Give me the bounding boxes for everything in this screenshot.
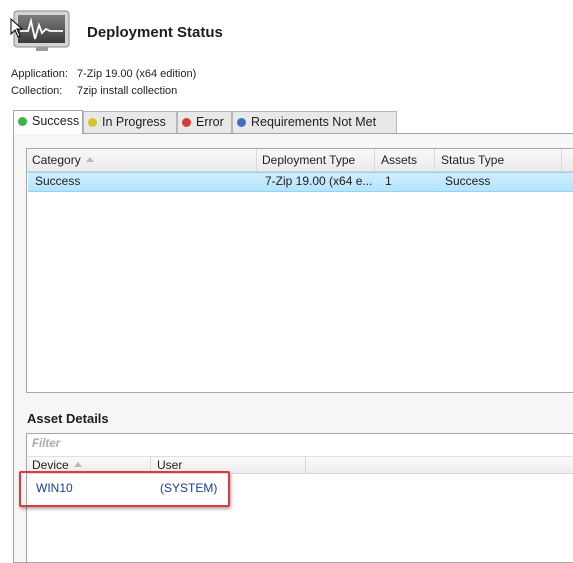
grid-header: Category Deployment Type Assets Status T…	[27, 149, 573, 172]
column-divider[interactable]	[374, 149, 375, 171]
column-header-deployment-type[interactable]: Deployment Type	[262, 149, 355, 171]
tab-label: Error	[196, 115, 224, 129]
column-divider[interactable]	[305, 457, 306, 473]
collection-value: 7zip install collection	[77, 85, 178, 97]
red-dot-icon	[182, 118, 191, 127]
tab-label: In Progress	[102, 115, 166, 129]
column-header-status-type[interactable]: Status Type	[441, 149, 504, 171]
collection-info: Collection: 7zip install collection	[11, 85, 177, 97]
sort-ascending-icon	[73, 462, 82, 467]
yellow-dot-icon	[88, 118, 97, 127]
cell-category: Success	[35, 174, 81, 188]
column-label: Category	[32, 153, 81, 167]
green-dot-icon	[18, 117, 27, 126]
application-label: Application:	[11, 68, 68, 80]
column-divider[interactable]	[256, 149, 257, 171]
column-divider[interactable]	[561, 149, 562, 171]
tab-label: Success	[32, 114, 80, 128]
asset-details-title: Asset Details	[27, 411, 109, 426]
category-grid: Category Deployment Type Assets Status T…	[26, 148, 573, 393]
cell-assets: 1	[385, 174, 392, 188]
sort-ascending-icon	[85, 157, 94, 162]
cell-deployment-type: 7-Zip 19.00 (x64 e...	[265, 174, 373, 188]
tab-requirements-not-met[interactable]: Requirements Not Met	[232, 111, 397, 133]
tab-in-progress[interactable]: In Progress	[83, 111, 177, 133]
tab-success[interactable]: Success	[13, 110, 83, 134]
cell-status-type: Success	[445, 174, 491, 188]
application-info: Application: 7-Zip 19.00 (x64 edition)	[11, 68, 196, 80]
column-divider[interactable]	[434, 149, 435, 171]
application-value: 7-Zip 19.00 (x64 edition)	[77, 68, 197, 80]
highlight-box	[19, 471, 230, 507]
column-header-assets[interactable]: Assets	[381, 149, 417, 171]
collection-label: Collection:	[11, 85, 63, 97]
tab-error[interactable]: Error	[177, 111, 232, 133]
header: Deployment Status	[0, 0, 573, 66]
filter-input[interactable]: Filter	[27, 434, 573, 457]
table-row[interactable]: Success 7-Zip 19.00 (x64 e... 1 Success	[28, 172, 573, 192]
column-label: Device	[32, 458, 69, 472]
mouse-cursor-icon	[10, 17, 24, 43]
tab-label: Requirements Not Met	[251, 115, 377, 129]
page-title: Deployment Status	[87, 24, 223, 41]
filter-placeholder: Filter	[32, 438, 61, 450]
blue-dot-icon	[237, 118, 246, 127]
column-header-category[interactable]: Category	[32, 149, 94, 171]
